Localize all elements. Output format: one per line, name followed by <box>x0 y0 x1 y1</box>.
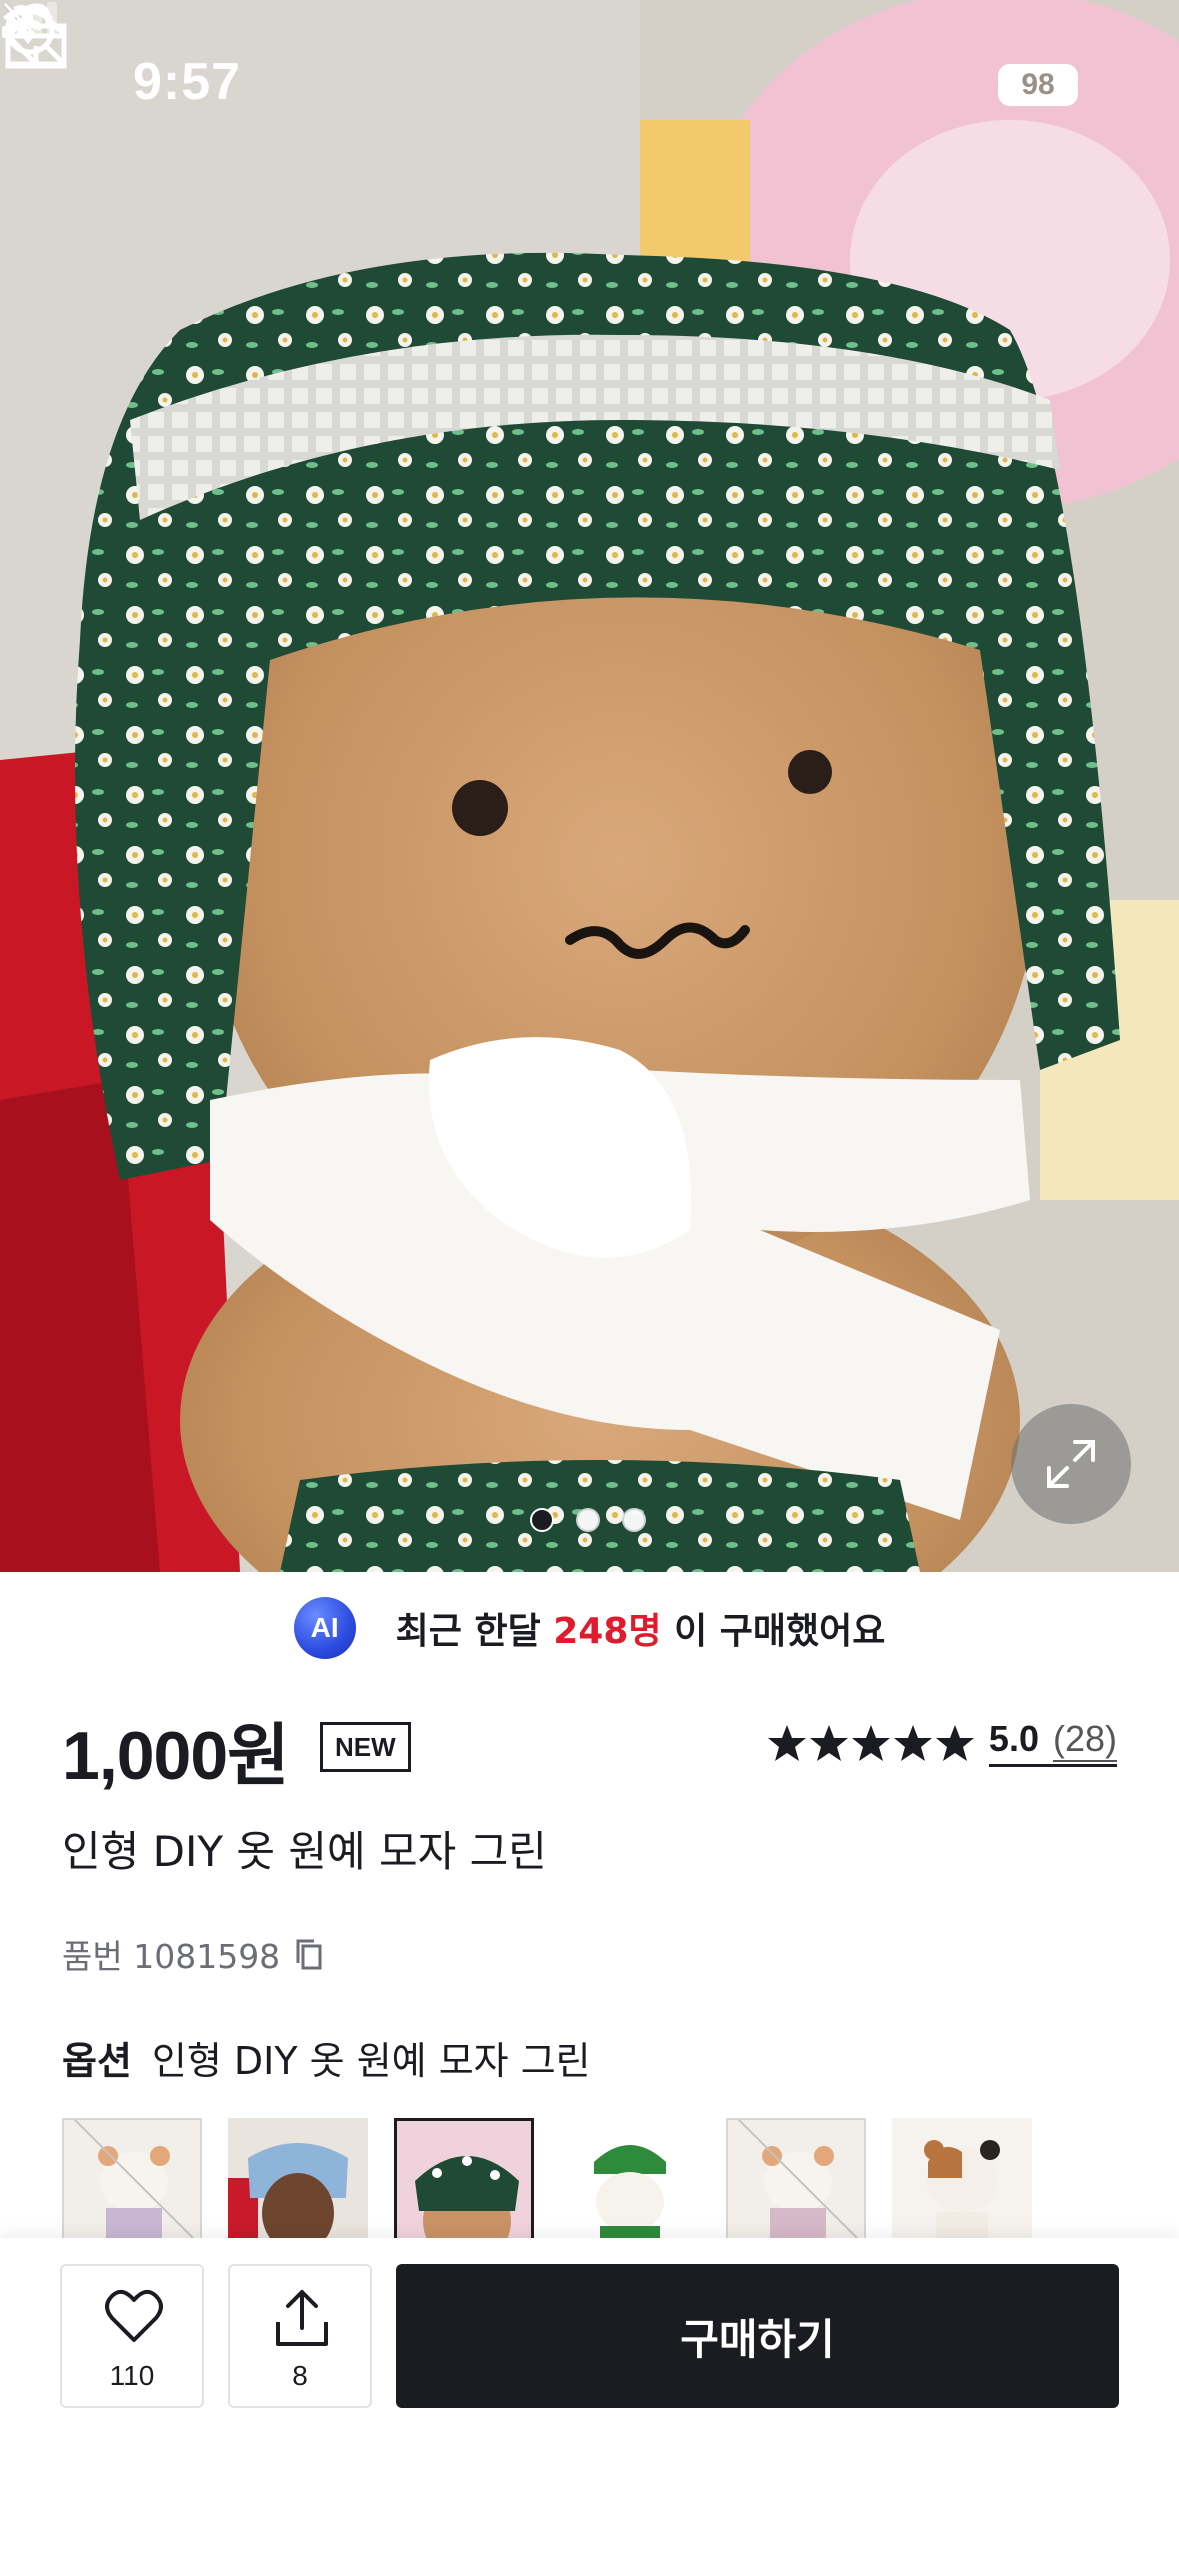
star-icon <box>767 1724 806 1761</box>
option-thumbnail[interactable] <box>228 2118 368 2238</box>
option-thumbnail[interactable] <box>560 2118 700 2238</box>
carousel-dot[interactable] <box>530 1508 554 1532</box>
product-sku: 품번 1081598 <box>62 1930 324 1978</box>
new-badge: NEW <box>320 1722 411 1772</box>
product-price: 1,000원 <box>62 1718 290 1794</box>
carousel-dot[interactable] <box>576 1508 600 1532</box>
rating-score: 5.0 <box>988 1718 1039 1759</box>
thumbnail-image <box>892 2118 1032 2238</box>
thumbnail-image <box>64 2120 200 2238</box>
carousel-dot[interactable] <box>622 1508 646 1532</box>
option-row: 옵션 인형 DIY 옷 원예 모자 그린 <box>62 2030 591 2085</box>
sku-text: 품번 1081598 <box>62 1937 281 1976</box>
expand-icon <box>1047 1440 1095 1488</box>
ai-banner-suffix: 이 구매했어요 <box>674 1611 886 1652</box>
product-rating[interactable]: 5.0 (28) <box>767 1718 1117 1767</box>
bottom-action-bar: 110 8 구매하기 <box>0 2238 1179 2556</box>
option-label: 옵션 <box>62 2039 132 2083</box>
like-count: 110 <box>109 2360 155 2391</box>
ai-purchase-banner: AI 최근 한달 248명 이 구매했어요 <box>0 1596 1179 1660</box>
product-image-carousel[interactable]: 9:57 98 <box>0 0 1179 1572</box>
status-bar: 9:57 98 <box>0 0 1179 150</box>
status-time: 9:57 <box>133 53 242 111</box>
option-thumbnails <box>62 2118 1032 2238</box>
copy-icon[interactable] <box>294 1937 324 1971</box>
share-icon <box>276 2290 328 2346</box>
carousel-dots <box>530 1508 660 1538</box>
star-icon <box>851 1724 890 1761</box>
review-count: (28) <box>1052 1718 1117 1762</box>
rating-link[interactable]: 5.0 (28) <box>988 1718 1117 1767</box>
star-icon <box>893 1724 932 1761</box>
ai-banner-text: 최근 한달 248명 이 구매했어요 <box>396 1602 886 1654</box>
option-thumbnail[interactable] <box>892 2118 1032 2238</box>
ai-banner-prefix: 최근 한달 <box>395 1611 541 1652</box>
like-button[interactable]: 110 <box>60 2264 204 2408</box>
product-photo <box>0 0 1179 1572</box>
star-icon <box>935 1724 974 1761</box>
thumbnail-image <box>228 2118 368 2238</box>
option-thumbnail[interactable] <box>62 2118 202 2238</box>
ai-banner-highlight: 248명 <box>553 1611 662 1652</box>
share-count: 8 <box>292 2360 308 2391</box>
share-button[interactable]: 8 <box>228 2264 372 2408</box>
option-thumbnail[interactable] <box>726 2118 866 2238</box>
option-value: 인형 DIY 옷 원예 모자 그린 <box>151 2039 591 2083</box>
option-thumbnail-selected[interactable] <box>394 2118 534 2238</box>
expand-image-button[interactable] <box>1011 1404 1131 1524</box>
battery-indicator: 98 <box>998 64 1078 106</box>
ai-badge: AI <box>293 1597 356 1659</box>
buy-button[interactable]: 구매하기 <box>396 2264 1119 2408</box>
rating-stars <box>767 1723 975 1763</box>
star-icon <box>809 1724 848 1761</box>
shopping-bag-icon[interactable] <box>0 0 72 72</box>
thumbnail-image <box>397 2121 531 2238</box>
product-name: 인형 DIY 옷 원예 모자 그린 <box>62 1827 547 1876</box>
heart-icon <box>105 2289 163 2342</box>
thumbnail-image <box>560 2118 700 2238</box>
thumbnail-image <box>728 2120 864 2238</box>
